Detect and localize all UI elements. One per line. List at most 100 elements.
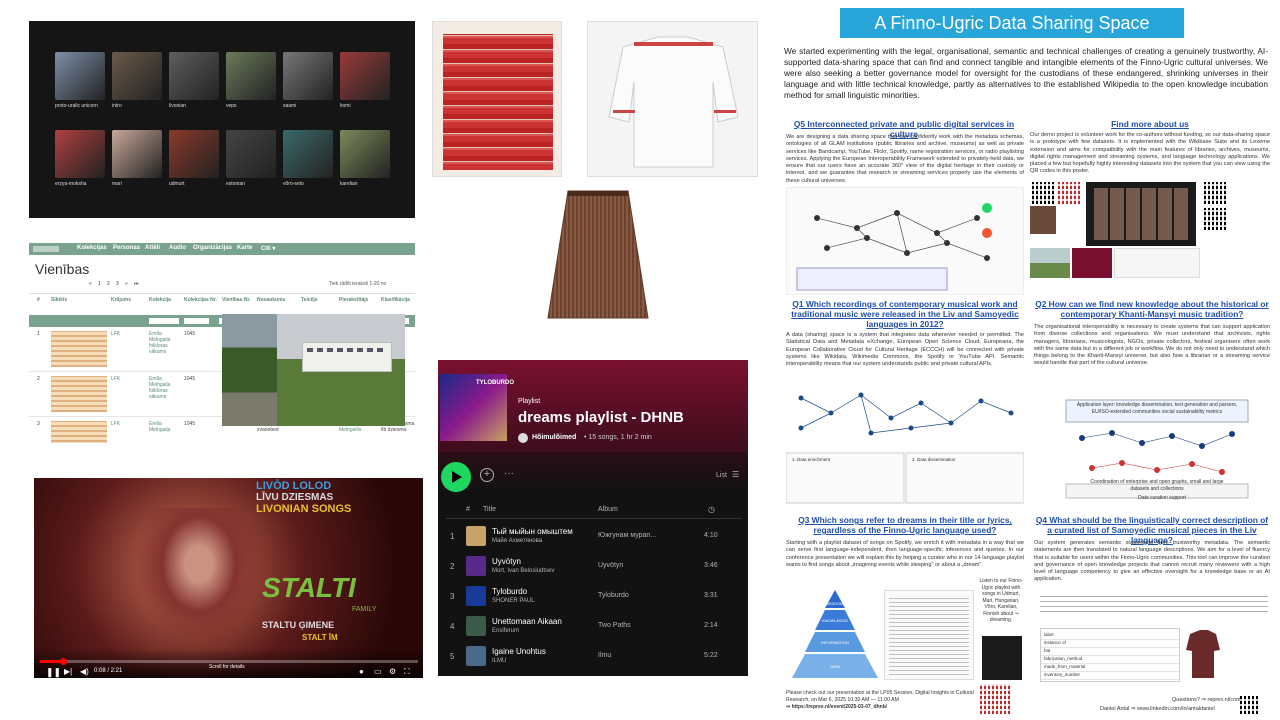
video-player[interactable]: LIVŌD LOLOD LĪVU DZIESMAS LIVONIAN SONGS…	[34, 478, 423, 678]
app-layer-label: Application layer: knowledge disseminati…	[1076, 402, 1238, 415]
nav-link[interactable]: Personas	[113, 245, 140, 251]
nav-link[interactable]: Citi ▾	[261, 245, 275, 252]
volume-icon[interactable]: ◀)	[80, 667, 89, 676]
page-link[interactable]: ⏭	[134, 281, 139, 287]
track-title[interactable]: Tyloburdo	[492, 587, 527, 596]
qr-code[interactable]	[1240, 696, 1258, 714]
pause-icon[interactable]: ❚❚	[46, 667, 61, 678]
track-album[interactable]: Ilmu	[598, 652, 611, 659]
gallery-item[interactable]: veps	[226, 52, 276, 109]
nav-link[interactable]: Kolekcijas	[77, 245, 107, 251]
gallery-item[interactable]: võro-seto	[283, 130, 333, 187]
column-header[interactable]: Vienības Nr.	[222, 297, 256, 303]
video-title-1: LIVŌD LOLOD	[256, 480, 332, 492]
list-view-toggle[interactable]: List	[716, 472, 727, 479]
row-kolekcija[interactable]: Emīla Melngaiļa folkloras vākums	[149, 376, 183, 400]
track-title[interactable]: Igaine Unohtus	[492, 647, 546, 656]
linkedin-link[interactable]: Daniel Antal ⇒ www.linkedin.com/in/antal…	[1100, 706, 1215, 712]
track-title[interactable]: Unettomaan Aikaan	[492, 617, 562, 626]
row-krajums[interactable]: LFK	[111, 331, 120, 337]
footer-presentation: Please check out our presentation at the…	[786, 690, 974, 703]
gallery-item[interactable]: intro	[112, 52, 162, 109]
list-icon[interactable]: ☰	[732, 470, 739, 479]
page-link[interactable]: 2	[107, 281, 110, 287]
track-artist[interactable]: ILMU	[492, 658, 506, 664]
track-title[interactable]: Тый мыйын омыштем	[492, 527, 573, 536]
column-header[interactable]: Krājums	[111, 297, 145, 303]
find-more-body: Our demo project is volunteer work for t…	[1030, 132, 1270, 175]
qr-code[interactable]	[1032, 182, 1054, 204]
track-artist[interactable]: Майя Ахметянова	[492, 538, 542, 544]
track-title[interactable]: Uyvötyn	[492, 557, 521, 566]
fullscreen-icon[interactable]: ⛶	[404, 667, 410, 677]
track-album[interactable]: Two Paths	[598, 622, 631, 629]
video-progress-track[interactable]	[40, 660, 418, 663]
settings-icon[interactable]: ⚙	[389, 667, 396, 676]
qr-code[interactable]	[1204, 182, 1226, 204]
score-thumbnail[interactable]	[51, 376, 107, 412]
toggle-icon[interactable]: ●	[359, 667, 364, 676]
track-artist[interactable]: SHONER PAUL	[492, 598, 535, 604]
page-link[interactable]: 3	[116, 281, 119, 287]
nav-link[interactable]: Audio	[169, 245, 186, 251]
row-kolekcija[interactable]: Emīla Melngaiļa	[149, 421, 183, 433]
column-header[interactable]: Pierakstītājs	[339, 297, 373, 303]
nav-link[interactable]: Karte	[237, 245, 252, 251]
column-header[interactable]: Siktēis	[51, 297, 85, 303]
metadata-table: label instance of hat fabrication_method mad…	[1040, 628, 1180, 682]
page-link[interactable]: 1	[98, 281, 101, 287]
listen-text: Listen to our Finno-Ugric playlist with …	[979, 578, 1023, 623]
filter-input[interactable]	[184, 318, 209, 324]
gallery-item[interactable]: komi	[340, 52, 390, 109]
qr-code[interactable]	[1058, 182, 1080, 204]
video-scrub-handle[interactable]	[59, 658, 67, 665]
gallery-item[interactable]: livonian	[169, 52, 219, 109]
questions-link[interactable]: Questions? ⇒ reprex.nl/contact	[1172, 697, 1248, 703]
score-thumbnail[interactable]	[51, 421, 107, 443]
track-album[interactable]: Tyloburdo	[598, 592, 629, 599]
play-button[interactable]	[441, 462, 471, 492]
video-time: 0:08 / 2:21	[94, 668, 123, 674]
gallery-item[interactable]: karelian	[340, 130, 390, 187]
footer-link[interactable]: ⇒ https://reprex.nl/event/2025-03-07_dhn…	[786, 704, 976, 711]
page-link[interactable]: «	[89, 281, 92, 287]
row-krajums[interactable]: LFK	[111, 376, 120, 382]
row-krajums[interactable]: LFK	[111, 421, 120, 427]
gallery-item-label: proto-uralic unicorn	[55, 103, 98, 109]
track-artist[interactable]: Mort, Ivan Belosludtsev	[492, 568, 554, 574]
scroll-details-text[interactable]: Scroll for details	[209, 664, 245, 670]
track-number: 5	[450, 652, 455, 661]
pyramid-level: KNOWLEDGE	[822, 618, 848, 623]
column-header[interactable]: Kolekcija	[149, 297, 183, 303]
gallery-item[interactable]: estonian	[226, 130, 276, 187]
page-link[interactable]: »	[125, 281, 128, 287]
nav-link[interactable]: Organizācijas	[193, 245, 232, 251]
gallery-item[interactable]: udmurt	[169, 130, 219, 187]
qr-code[interactable]	[1204, 208, 1226, 230]
site-logo[interactable]	[33, 246, 59, 252]
next-icon[interactable]: ▶|	[64, 667, 72, 676]
add-icon[interactable]: +	[480, 468, 494, 482]
track-album[interactable]: Южгунам мурап...	[598, 532, 656, 539]
shirt-image	[1182, 628, 1224, 682]
column-header[interactable]: Klasifikācija	[381, 297, 415, 303]
playlist-owner[interactable]: Hõimulõimed	[532, 434, 576, 441]
column-header[interactable]: Kolekcijas Nr.	[184, 297, 218, 303]
q5-diagram	[786, 187, 1024, 295]
nav-link[interactable]: Attēli	[145, 245, 160, 251]
column-header[interactable]: Nosaukums	[257, 297, 291, 303]
gallery-item[interactable]: proto-uralic unicorn	[55, 52, 105, 109]
gallery-item[interactable]: mari	[112, 130, 162, 187]
more-options-icon[interactable]: ···	[504, 468, 514, 479]
filter-input[interactable]	[149, 318, 179, 324]
subtitles-icon[interactable]: ▭	[374, 667, 382, 676]
qr-code[interactable]	[980, 684, 1010, 714]
gallery-item[interactable]: saami	[283, 52, 333, 109]
score-thumbnail[interactable]	[51, 331, 107, 367]
track-album[interactable]: Uyvötyn	[598, 562, 623, 569]
poster-title: A Finno-Ugric Data Sharing Space	[840, 8, 1184, 38]
row-kolekcija[interactable]: Emīla Melngaiļa folkloras vākums	[149, 331, 183, 355]
column-header[interactable]: Teicējs	[301, 297, 335, 303]
gallery-item[interactable]: erzya-moksha	[55, 130, 105, 187]
track-artist[interactable]: Ensiferum	[492, 628, 519, 634]
